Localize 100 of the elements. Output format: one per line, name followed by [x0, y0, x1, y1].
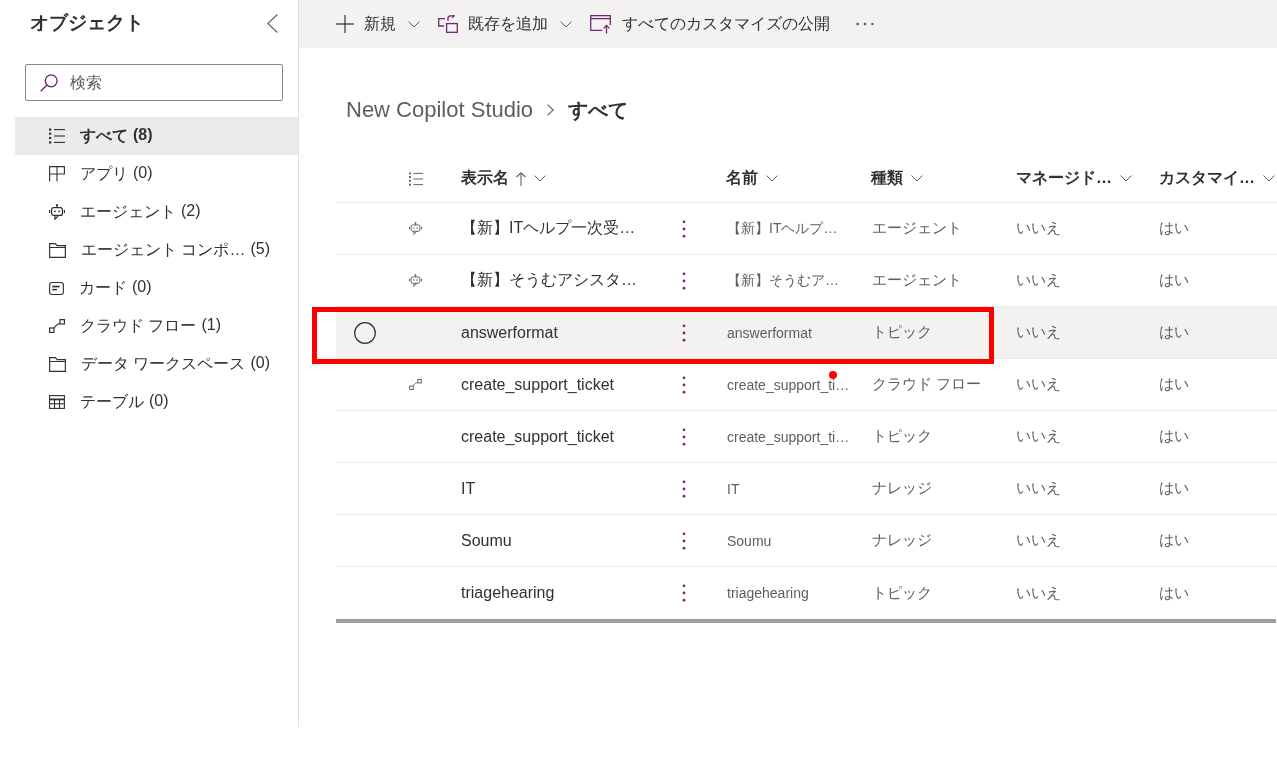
managed-cell-text: いいえ [1015, 479, 1062, 498]
name-cell-text: create_support_ti… [726, 428, 851, 445]
more-vertical-icon[interactable] [682, 479, 686, 498]
flow-icon [409, 379, 422, 390]
name-cell-text: IT [726, 480, 741, 497]
chevron-down-icon [408, 20, 420, 28]
type-cell-text: トピック [871, 427, 933, 446]
name-cell-text: answerformat [726, 324, 813, 341]
chevron-down-icon [560, 20, 572, 28]
more-vertical-icon[interactable] [682, 531, 686, 550]
nav-item[interactable]: データ ワークスペース (0) [15, 345, 298, 383]
managed-cell-text: いいえ [1015, 219, 1062, 238]
customizable-cell-text: はい [1158, 219, 1190, 238]
app-grid-icon [49, 166, 65, 182]
toolbar-button[interactable]: 既存を追加 [438, 13, 572, 35]
display-name-cell-text: create_support_ticket [460, 427, 615, 446]
nav-item[interactable]: カード (0) [15, 269, 298, 307]
table-row[interactable]: create_support_ticket create_support_ti… クラウド フロー いいえ はい [336, 359, 1277, 411]
horizontal-scrollbar[interactable] [336, 619, 1276, 623]
nav-item[interactable]: クラウド フロー (1) [15, 307, 298, 345]
more-vertical-icon[interactable] [682, 427, 686, 446]
name-cell-text: 【新】そうむア… [726, 271, 840, 290]
customizable-cell-text: はい [1158, 583, 1190, 603]
name-cell-text: create_support_ti… [726, 376, 851, 393]
chevron-down-icon [911, 175, 923, 182]
chevron-down-icon [1263, 175, 1275, 182]
table-row[interactable]: create_support_ticket create_support_ti… トピック いいえ はい [336, 411, 1277, 463]
table-icon [49, 395, 65, 409]
managed-cell-text: いいえ [1015, 427, 1062, 446]
robot-icon [409, 274, 422, 287]
chevron-right-icon [547, 104, 555, 116]
table-row[interactable]: 【新】ITヘルプ一次受… 【新】ITヘルプ… エージェント いいえ はい [336, 203, 1277, 255]
column-header[interactable]: カスタマイ… [1147, 168, 1275, 189]
nav-item[interactable]: エージェント (2) [15, 193, 298, 231]
column-header[interactable]: 名前 [714, 168, 778, 189]
type-cell-text: エージェント [871, 271, 963, 290]
more-vertical-icon[interactable] [682, 271, 686, 290]
nav-item[interactable]: テーブル (0) [15, 383, 298, 421]
display-name-cell-text: create_support_ticket [460, 375, 615, 394]
breadcrumb-link[interactable]: New Copilot Studio [346, 97, 534, 123]
more-vertical-icon[interactable] [682, 584, 686, 602]
panel-title: オブジェクト [30, 11, 144, 35]
managed-cell-text: いいえ [1015, 323, 1062, 342]
table-row[interactable]: triagehearing triagehearing トピック いいえ はい [336, 567, 1277, 619]
publish-icon [590, 14, 612, 34]
chevron-down-icon [534, 175, 546, 182]
name-cell-text: triagehearing [726, 585, 810, 601]
display-name-cell-text: 【新】そうむアシスタ… [460, 270, 638, 290]
table-row[interactable]: IT IT ナレッジ いいえ はい [336, 463, 1277, 515]
list-icon [49, 128, 65, 144]
flow-icon [49, 319, 65, 333]
search-icon [40, 74, 58, 92]
type-cell-text: トピック [871, 583, 933, 603]
managed-cell-text: いいえ [1015, 375, 1062, 394]
managed-cell-text: いいえ [1015, 583, 1062, 603]
type-cell-text: クラウド フロー [871, 375, 983, 394]
type-cell-text: トピック [871, 323, 933, 342]
column-header[interactable]: マネージド… [1004, 168, 1132, 189]
customizable-cell-text: はい [1158, 531, 1190, 550]
display-name-cell-text: 【新】ITヘルプ一次受… [460, 218, 637, 238]
managed-cell-text: いいえ [1015, 271, 1062, 290]
more-icon[interactable] [856, 22, 874, 26]
type-cell-text: ナレッジ [871, 479, 933, 498]
robot-icon [409, 222, 422, 235]
toolbar-button[interactable]: すべてのカスタマイズの公開 [590, 13, 830, 35]
display-name-cell-text: answerformat [460, 323, 559, 342]
folder-icon [49, 242, 66, 258]
breadcrumb-current: すべて [568, 97, 629, 123]
name-cell-text: Soumu [726, 532, 773, 549]
type-cell-text: エージェント [871, 219, 963, 238]
nav-item[interactable]: エージェント コンポ… (5) [15, 231, 298, 269]
managed-cell-text: いいえ [1015, 531, 1062, 550]
table-row[interactable]: Soumu Soumu ナレッジ いいえ はい [336, 515, 1277, 567]
column-options-icon [409, 171, 423, 186]
collapse-icon[interactable] [267, 13, 278, 33]
display-name-cell-text: IT [460, 479, 477, 498]
customizable-cell-text: はい [1158, 271, 1190, 290]
search-field[interactable]: 検索 [25, 64, 283, 101]
card-icon [49, 281, 64, 295]
nav-item[interactable]: アプリ (0) [15, 155, 298, 193]
more-vertical-icon[interactable] [682, 375, 686, 394]
toolbar-button[interactable]: 新規 [336, 13, 420, 35]
chevron-down-icon [766, 175, 778, 182]
plus-icon [336, 15, 354, 33]
add-existing-icon [438, 15, 458, 33]
nav-item[interactable]: すべて (8) [15, 117, 298, 155]
customizable-cell-text: はい [1158, 375, 1190, 394]
sort-up-arrow-icon [516, 171, 526, 186]
name-cell-text: 【新】ITヘルプ… [726, 219, 839, 238]
more-vertical-icon[interactable] [682, 323, 686, 342]
display-name-cell-text: Soumu [460, 531, 513, 550]
column-header[interactable]: 表示名 [449, 168, 546, 189]
customizable-cell-text: はい [1158, 427, 1190, 446]
customizable-cell-text: はい [1158, 323, 1190, 342]
column-header[interactable]: 種類 [859, 168, 923, 189]
display-name-cell-text: triagehearing [460, 584, 556, 602]
select-circle[interactable] [354, 321, 376, 344]
more-vertical-icon[interactable] [682, 219, 686, 238]
type-cell-text: ナレッジ [871, 531, 933, 550]
chevron-down-icon [1120, 175, 1132, 182]
